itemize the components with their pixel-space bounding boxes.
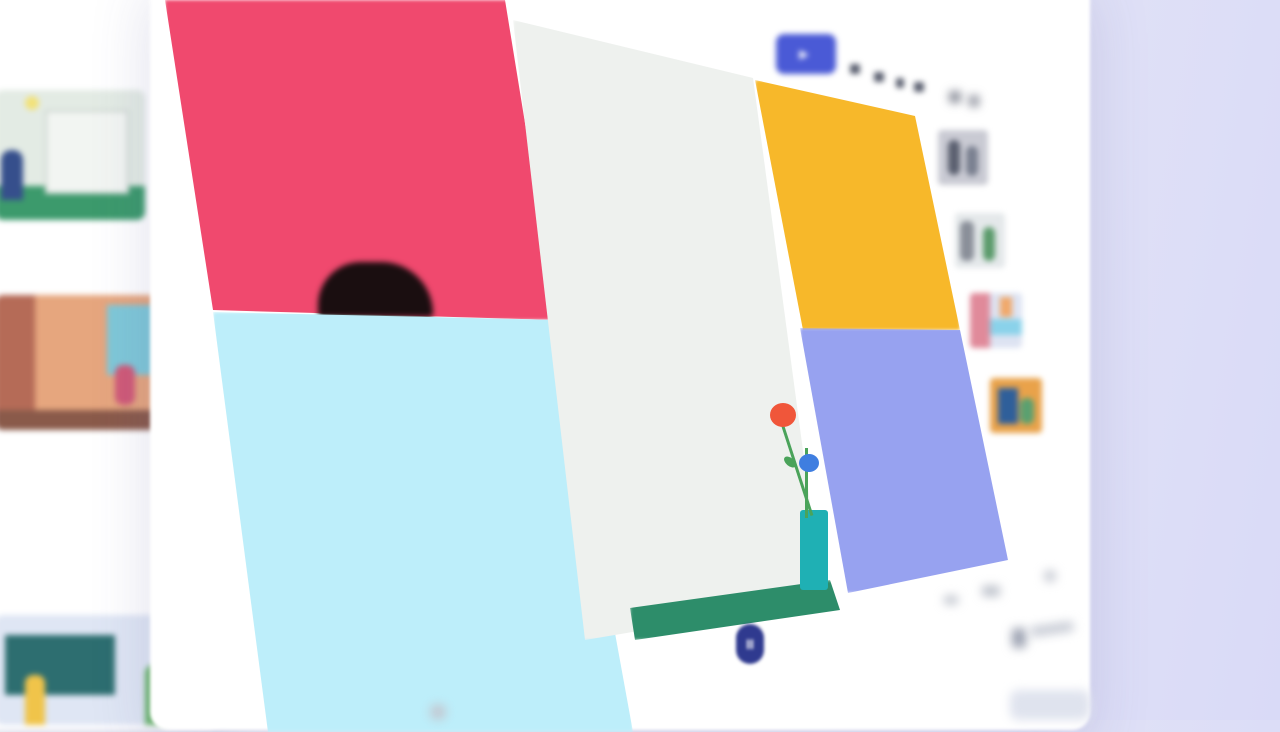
underline-icon[interactable]: [896, 78, 904, 88]
template-thumb-2[interactable]: [0, 295, 170, 430]
italic-icon[interactable]: [874, 72, 884, 82]
app-stage: ▶ II: [0, 0, 1280, 732]
present-button[interactable]: ▶: [776, 34, 836, 74]
slide-thumb-1[interactable]: [938, 130, 988, 185]
list-icon[interactable]: [950, 92, 960, 102]
settings-icon[interactable]: [1044, 570, 1056, 582]
slide-thumb-4[interactable]: [990, 378, 1042, 433]
align-icon[interactable]: [914, 82, 924, 92]
zoom-in-icon[interactable]: [982, 586, 1000, 596]
template-thumb-1[interactable]: [0, 90, 145, 220]
zoom-out-icon[interactable]: [944, 596, 958, 604]
bold-icon[interactable]: [850, 64, 860, 74]
play-icon: ▶: [799, 47, 809, 61]
share-icon[interactable]: [1012, 628, 1026, 648]
slide-thumb-3[interactable]: [970, 293, 1022, 348]
slide-canvas[interactable]: [165, 0, 1015, 732]
yellow-block: [755, 80, 960, 330]
bottom-toolbar-icon[interactable]: [430, 704, 446, 720]
pause-button[interactable]: II: [736, 624, 764, 664]
pause-icon: II: [746, 636, 754, 652]
more-icon[interactable]: [970, 96, 978, 106]
slide-thumb-2[interactable]: [955, 213, 1005, 268]
bottom-right-button[interactable]: [1010, 690, 1090, 720]
